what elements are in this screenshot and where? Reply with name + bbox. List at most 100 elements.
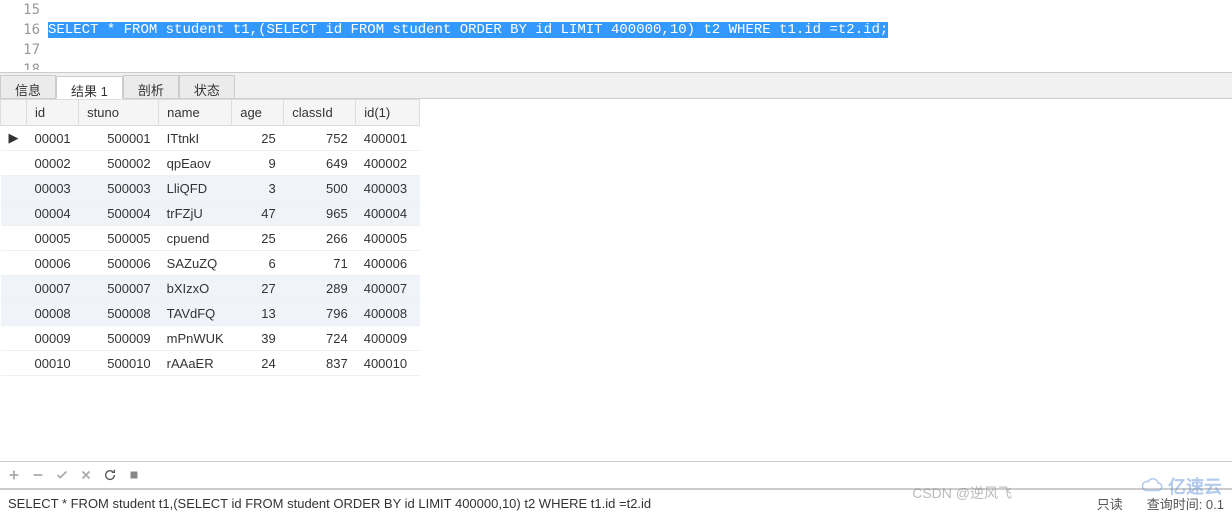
- cell-id[interactable]: 00009: [27, 326, 79, 351]
- cell-classid[interactable]: 649: [284, 151, 356, 176]
- cell-name[interactable]: trFZjU: [159, 201, 232, 226]
- refresh-button[interactable]: [102, 467, 118, 483]
- cell-classid[interactable]: 965: [284, 201, 356, 226]
- status-query-time: 查询时间: 0.1: [1147, 494, 1224, 513]
- tab-result-1[interactable]: 结果 1: [56, 76, 123, 99]
- cell-classid[interactable]: 71: [284, 251, 356, 276]
- cell-stuno[interactable]: 500004: [79, 201, 159, 226]
- cell-age[interactable]: 9: [232, 151, 284, 176]
- cell-stuno[interactable]: 500001: [79, 126, 159, 151]
- delete-row-button[interactable]: [30, 467, 46, 483]
- column-header-name[interactable]: name: [159, 100, 232, 126]
- cell-id1[interactable]: 400006: [356, 251, 420, 276]
- tab-status[interactable]: 状态: [179, 75, 235, 98]
- cell-age[interactable]: 25: [232, 126, 284, 151]
- sql-editor[interactable]: 15 16 SELECT * FROM student t1,(SELECT i…: [0, 0, 1232, 70]
- cell-name[interactable]: TAVdFQ: [159, 301, 232, 326]
- row-marker: ▶: [1, 126, 27, 151]
- column-header-age[interactable]: age: [232, 100, 284, 126]
- cell-id1[interactable]: 400004: [356, 201, 420, 226]
- status-sql-text: SELECT * FROM student t1,(SELECT id FROM…: [8, 496, 1097, 511]
- cell-classid[interactable]: 724: [284, 326, 356, 351]
- cell-age[interactable]: 39: [232, 326, 284, 351]
- cell-age[interactable]: 25: [232, 226, 284, 251]
- table-row[interactable]: 00008500008TAVdFQ13796400008: [1, 301, 420, 326]
- cell-id1[interactable]: 400005: [356, 226, 420, 251]
- cell-age[interactable]: 47: [232, 201, 284, 226]
- apply-button[interactable]: [54, 467, 70, 483]
- row-marker: [1, 176, 27, 201]
- column-header-id[interactable]: id: [27, 100, 79, 126]
- cell-stuno[interactable]: 500010: [79, 351, 159, 376]
- cell-id[interactable]: 00007: [27, 276, 79, 301]
- cell-age[interactable]: 6: [232, 251, 284, 276]
- cell-age[interactable]: 27: [232, 276, 284, 301]
- cell-id1[interactable]: 400003: [356, 176, 420, 201]
- cell-classid[interactable]: 289: [284, 276, 356, 301]
- column-header-stuno[interactable]: stuno: [79, 100, 159, 126]
- column-header-classid[interactable]: classId: [284, 100, 356, 126]
- cell-stuno[interactable]: 500003: [79, 176, 159, 201]
- cell-id1[interactable]: 400010: [356, 351, 420, 376]
- cell-id1[interactable]: 400009: [356, 326, 420, 351]
- cell-classid[interactable]: 266: [284, 226, 356, 251]
- row-marker: [1, 201, 27, 226]
- cell-id[interactable]: 00006: [27, 251, 79, 276]
- table-row[interactable]: 00005500005cpuend25266400005: [1, 226, 420, 251]
- cell-id[interactable]: 00002: [27, 151, 79, 176]
- cell-name[interactable]: SAZuZQ: [159, 251, 232, 276]
- cell-name[interactable]: cpuend: [159, 226, 232, 251]
- cell-name[interactable]: rAAaER: [159, 351, 232, 376]
- result-grid[interactable]: id stuno name age classId id(1) ▶0000150…: [0, 99, 420, 376]
- cell-stuno[interactable]: 500008: [79, 301, 159, 326]
- column-header-id1[interactable]: id(1): [356, 100, 420, 126]
- cell-stuno[interactable]: 500002: [79, 151, 159, 176]
- tab-profile[interactable]: 剖析: [123, 75, 179, 98]
- cell-name[interactable]: mPnWUK: [159, 326, 232, 351]
- cell-stuno[interactable]: 500009: [79, 326, 159, 351]
- table-row[interactable]: 00010500010rAAaER24837400010: [1, 351, 420, 376]
- cell-id1[interactable]: 400001: [356, 126, 420, 151]
- line-number: 16: [0, 20, 48, 40]
- cell-name[interactable]: qpEaov: [159, 151, 232, 176]
- line-number: 18: [0, 60, 48, 70]
- cell-id[interactable]: 00008: [27, 301, 79, 326]
- tab-info[interactable]: 信息: [0, 75, 56, 98]
- cell-id[interactable]: 00004: [27, 201, 79, 226]
- add-row-button[interactable]: [6, 467, 22, 483]
- cell-id[interactable]: 00005: [27, 226, 79, 251]
- table-row[interactable]: 00006500006SAZuZQ671400006: [1, 251, 420, 276]
- cell-id[interactable]: 00010: [27, 351, 79, 376]
- sql-line-16[interactable]: SELECT * FROM student t1,(SELECT id FROM…: [48, 20, 1232, 40]
- cell-name[interactable]: ITtnkI: [159, 126, 232, 151]
- cell-id1[interactable]: 400007: [356, 276, 420, 301]
- status-bar: SELECT * FROM student t1,(SELECT id FROM…: [0, 489, 1232, 517]
- row-marker: [1, 351, 27, 376]
- table-row[interactable]: 00007500007bXIzxO27289400007: [1, 276, 420, 301]
- stop-button[interactable]: [126, 467, 142, 483]
- cell-name[interactable]: LliQFD: [159, 176, 232, 201]
- table-row[interactable]: 00002500002qpEaov9649400002: [1, 151, 420, 176]
- table-row[interactable]: 00003500003LliQFD3500400003: [1, 176, 420, 201]
- row-marker: [1, 151, 27, 176]
- cell-age[interactable]: 3: [232, 176, 284, 201]
- row-marker: [1, 251, 27, 276]
- cell-id[interactable]: 00001: [27, 126, 79, 151]
- cell-id1[interactable]: 400002: [356, 151, 420, 176]
- cell-age[interactable]: 13: [232, 301, 284, 326]
- cell-name[interactable]: bXIzxO: [159, 276, 232, 301]
- cell-classid[interactable]: 752: [284, 126, 356, 151]
- cell-stuno[interactable]: 500005: [79, 226, 159, 251]
- cell-id1[interactable]: 400008: [356, 301, 420, 326]
- cell-stuno[interactable]: 500006: [79, 251, 159, 276]
- cell-id[interactable]: 00003: [27, 176, 79, 201]
- table-row[interactable]: ▶00001500001ITtnkI25752400001: [1, 126, 420, 151]
- cell-stuno[interactable]: 500007: [79, 276, 159, 301]
- cell-classid[interactable]: 837: [284, 351, 356, 376]
- cancel-button[interactable]: [78, 467, 94, 483]
- table-row[interactable]: 00004500004trFZjU47965400004: [1, 201, 420, 226]
- cell-age[interactable]: 24: [232, 351, 284, 376]
- cell-classid[interactable]: 500: [284, 176, 356, 201]
- table-row[interactable]: 00009500009mPnWUK39724400009: [1, 326, 420, 351]
- cell-classid[interactable]: 796: [284, 301, 356, 326]
